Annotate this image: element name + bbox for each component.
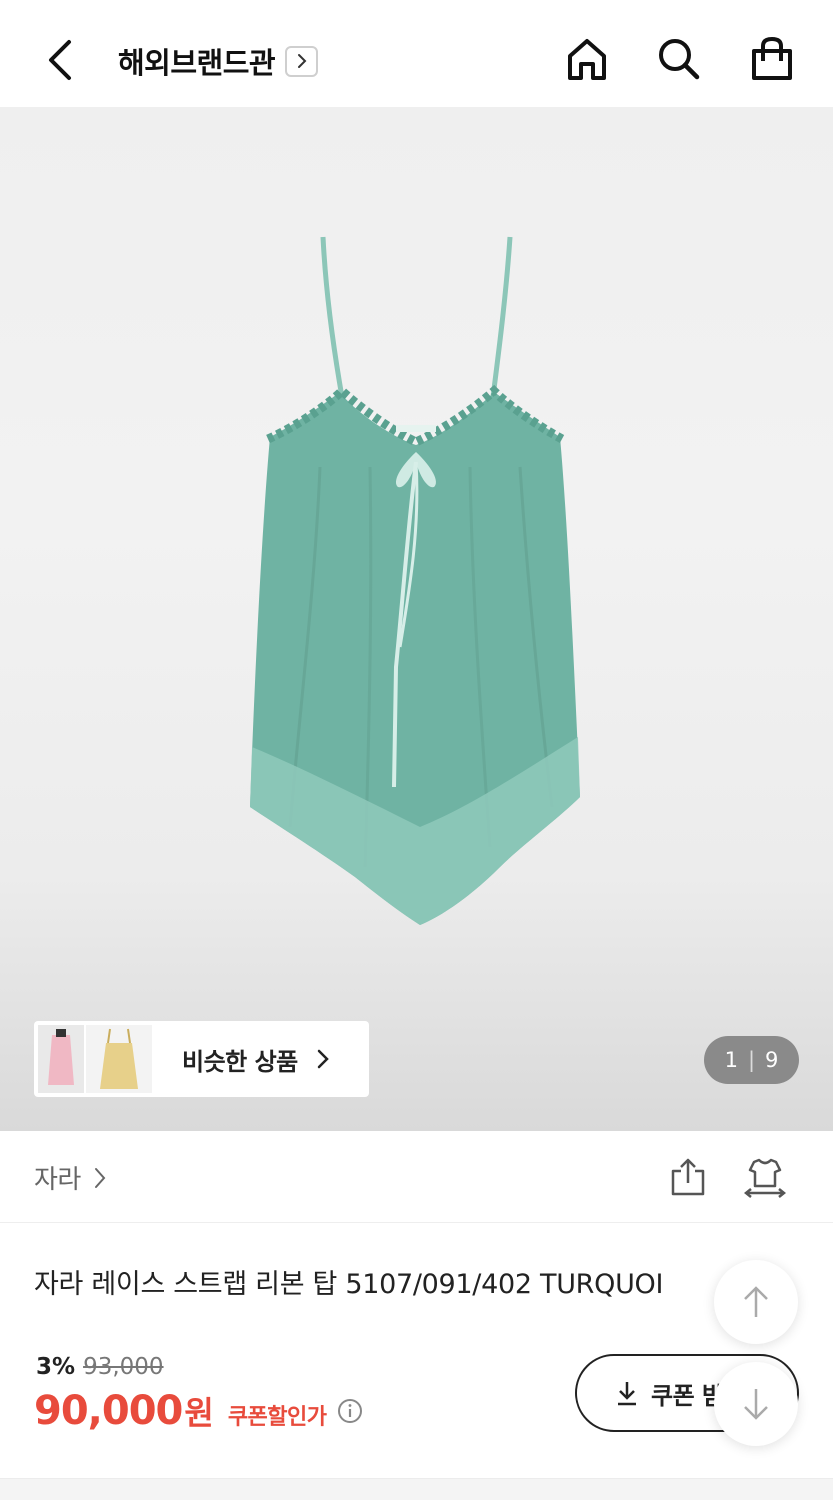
similar-products-button[interactable]: 비슷한 상품 — [34, 1021, 369, 1097]
top-header: 해외브랜드관 — [0, 0, 833, 107]
discount-row: 3% 93,000 — [36, 1354, 164, 1380]
brand-row: 자라 — [0, 1131, 833, 1223]
product-image-gallery[interactable]: 비슷한 상품 1 | 9 — [0, 107, 833, 1131]
page-current: 1 — [724, 1048, 738, 1072]
chevron-right-icon — [316, 1048, 330, 1070]
page-total: 9 — [765, 1048, 779, 1072]
coupon-price-label: 쿠폰할인가 — [227, 1405, 327, 1430]
similar-products-label: 비슷한 상품 — [182, 1047, 298, 1076]
home-icon — [568, 39, 606, 80]
price-unit: 원 — [184, 1394, 214, 1432]
scroll-up-button[interactable] — [714, 1260, 798, 1344]
product-title: 자라 레이스 스트랩 리본 탑 5107/091/402 TURQUOI — [34, 1269, 664, 1300]
scroll-down-button[interactable] — [714, 1362, 798, 1446]
compare-button[interactable] — [740, 1153, 790, 1201]
home-button[interactable] — [562, 34, 612, 84]
share-icon — [671, 1158, 705, 1196]
download-icon — [618, 1382, 636, 1406]
brand-link[interactable]: 자라 — [34, 1159, 107, 1196]
discount-rate: 3% — [36, 1354, 76, 1380]
search-button[interactable] — [654, 34, 704, 84]
sale-price: 90,000 — [34, 1388, 183, 1434]
back-button[interactable] — [36, 36, 84, 84]
search-icon — [659, 39, 700, 80]
share-button[interactable] — [664, 1153, 712, 1201]
image-page-indicator: 1 | 9 — [704, 1036, 799, 1084]
compare-icon — [743, 1158, 787, 1198]
back-arrow-icon — [49, 40, 71, 80]
brand-hall-link[interactable]: 해외브랜드관 — [118, 40, 319, 82]
coupon-button-label: 쿠폰 받 — [651, 1381, 724, 1410]
chevron-right-icon — [93, 1166, 107, 1190]
page-title: 해외브랜드관 — [118, 46, 276, 80]
section-divider — [0, 1478, 833, 1500]
cart-button[interactable] — [747, 34, 797, 84]
price-row: 90,000 원 쿠폰할인가 — [34, 1388, 363, 1434]
page-separator: | — [747, 1048, 756, 1072]
arrow-up-icon — [744, 1286, 768, 1317]
arrow-down-icon — [744, 1389, 768, 1420]
similar-product-thumbnail — [38, 1025, 84, 1093]
info-icon[interactable] — [337, 1398, 363, 1424]
brand-name: 자라 — [34, 1165, 81, 1195]
shopping-bag-icon — [752, 36, 792, 80]
chevron-right-icon — [285, 45, 319, 77]
similar-product-thumbnail — [86, 1025, 152, 1093]
original-price: 93,000 — [83, 1354, 164, 1380]
product-image — [250, 236, 580, 925]
